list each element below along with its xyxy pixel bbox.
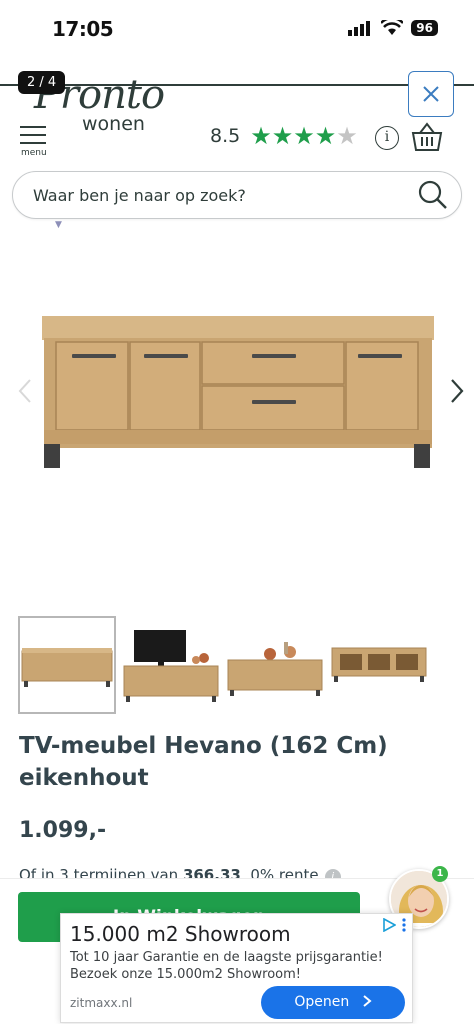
star-icon: ★ xyxy=(271,122,294,150)
ad-domain: zitmaxx.nl xyxy=(70,996,133,1010)
ad-title[interactable]: 15.000 m2 Showroom xyxy=(70,922,291,946)
ad-choices[interactable] xyxy=(382,918,406,932)
product-image xyxy=(42,316,434,468)
thumbnail-4[interactable] xyxy=(330,616,428,714)
thumbnail-2[interactable] xyxy=(122,616,220,714)
gallery-counter: 2 / 4 xyxy=(18,71,66,94)
chevron-right-icon xyxy=(363,995,372,1007)
ad-open-label: Openen xyxy=(294,994,350,1010)
thumbnail-3[interactable] xyxy=(226,616,324,714)
status-bar: 17:05 96 xyxy=(0,0,474,60)
status-icons: 96 xyxy=(347,20,438,36)
star-icon: ★ xyxy=(250,122,272,150)
star-icon: ★ xyxy=(314,122,337,150)
thumbnail-1[interactable] xyxy=(18,616,116,714)
menu-label: menu xyxy=(21,148,47,158)
ad-choices-icon[interactable] xyxy=(382,918,396,932)
chevron-right-icon[interactable] xyxy=(448,376,466,406)
ad-banner[interactable]: 15.000 m2 Showroom Tot 10 jaar Garantie … xyxy=(60,913,413,1023)
rating[interactable]: 8.5 ★ ★ ★ ★ ★ xyxy=(210,124,358,148)
star-icon: ★ xyxy=(293,122,315,150)
basket-icon[interactable] xyxy=(411,122,443,152)
battery-indicator: 96 xyxy=(411,20,438,36)
ad-description: Tot 10 jaar Garantie en de laagste prijs… xyxy=(70,950,383,982)
info-icon[interactable]: i xyxy=(375,126,399,150)
search-icon[interactable] xyxy=(417,179,449,211)
product-price: 1.099,- xyxy=(19,818,107,843)
product-title: TV-meubel Hevano (162 Cm) eikenhout xyxy=(19,733,388,791)
rating-score: 8.5 xyxy=(210,125,241,147)
thumbnail-strip xyxy=(18,616,438,716)
menu-button[interactable]: menu xyxy=(18,126,52,160)
chevron-down-icon: ▼ xyxy=(55,220,62,230)
logo-subtitle: wonen xyxy=(82,113,145,135)
rating-stars: ★ ★ ★ ★ ★ xyxy=(250,124,358,148)
wifi-icon xyxy=(381,20,404,35)
ad-open-button[interactable]: Openen xyxy=(261,986,405,1019)
close-icon xyxy=(423,86,439,102)
star-icon: ★ xyxy=(336,122,358,150)
ad-more-icon[interactable] xyxy=(402,918,406,932)
search-input[interactable]: Waar ben je naar op zoek? xyxy=(12,171,462,219)
chevron-left-icon[interactable] xyxy=(16,376,34,406)
search-placeholder: Waar ben je naar op zoek? xyxy=(33,186,246,205)
status-time: 17:05 xyxy=(52,17,114,41)
menu-icon xyxy=(18,126,52,144)
chat-badge: 1 xyxy=(432,866,448,882)
signal-icon xyxy=(348,21,371,36)
close-button[interactable] xyxy=(408,71,454,117)
